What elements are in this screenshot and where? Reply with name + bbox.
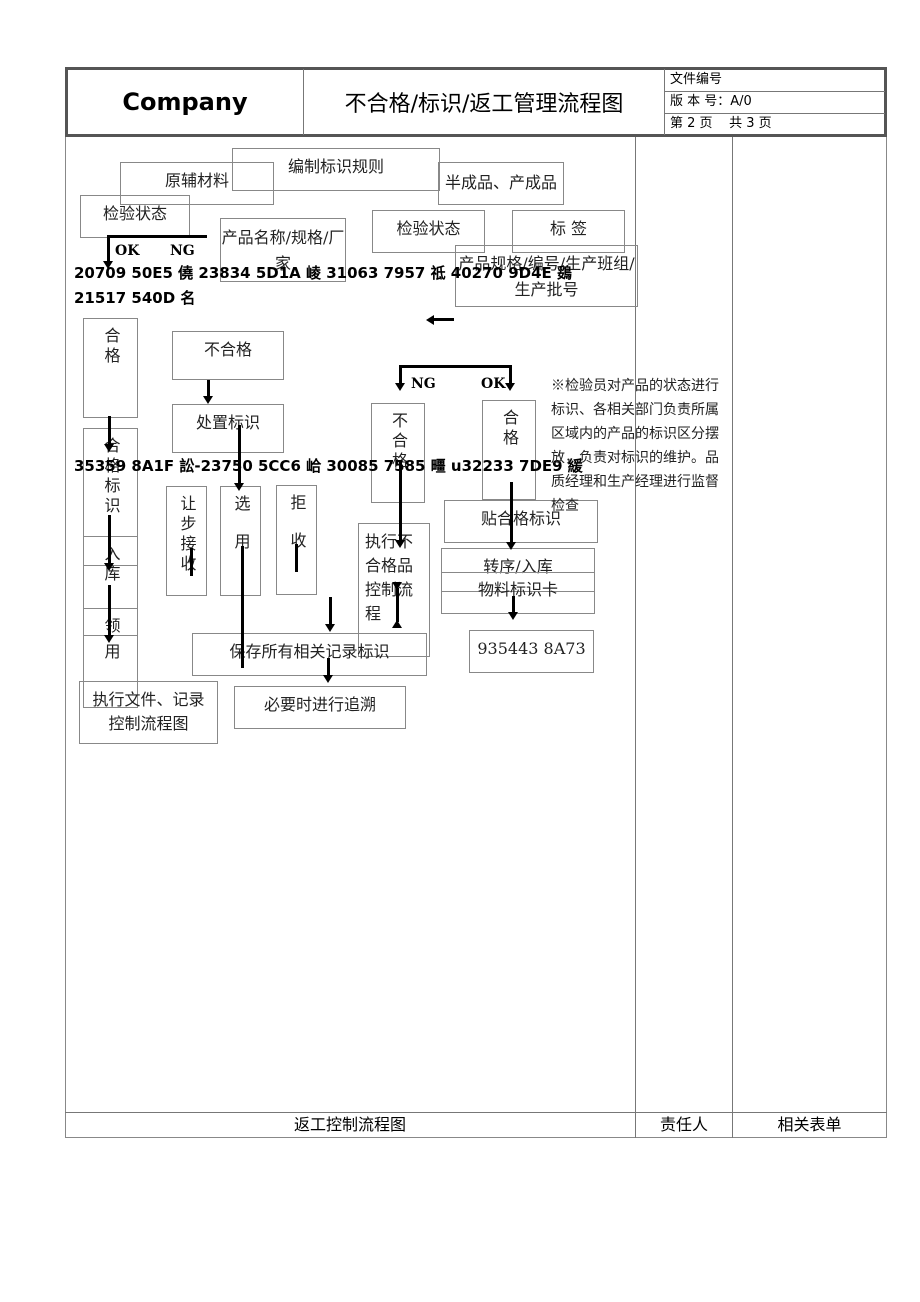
arrow-down-icon <box>104 515 114 571</box>
arrow-down-icon <box>203 380 213 404</box>
arrow-down-icon <box>325 597 335 632</box>
column-divider <box>732 137 733 1138</box>
box-fail-mid: 不合格 <box>371 403 425 503</box>
arrow-down-icon <box>506 482 516 550</box>
connector-line <box>107 235 207 238</box>
label-ok-top: OK <box>115 243 140 259</box>
label-ng-mid: NG <box>411 376 436 392</box>
company-name: Company <box>122 88 248 116</box>
box-reject: 拒收 <box>276 485 317 595</box>
connector-line <box>295 544 298 572</box>
connector-line <box>399 365 512 368</box>
inspector-note: ※检验员对产品的状态进行标识、各相关部门负责所属区域内的产品的标识区分摆放，负责… <box>551 378 719 514</box>
arrow-down-icon <box>103 235 113 269</box>
arrow-down-icon <box>395 365 405 391</box>
arrow-down-icon <box>104 416 114 452</box>
box-trace: 必要时进行追溯 <box>234 686 406 729</box>
box-pass-mid: 合格 <box>482 400 536 500</box>
doc-number-label: 文件编号 <box>670 72 723 87</box>
footer-flow-title: 返工控制流程图 <box>293 1115 406 1134</box>
arrow-down-icon <box>508 596 518 620</box>
garbled-text-line: 35359 8A1F 訟-23750 5CC6 峆 30085 7585 疅 u… <box>74 457 583 475</box>
box-keep-records: 保存所有相关记录标识 <box>192 633 427 676</box>
arrow-down-icon <box>323 658 333 683</box>
document-title: 不合格/标识/返工管理流程图 <box>344 92 624 117</box>
arrow-down-icon <box>505 365 515 391</box>
connector-line <box>241 546 244 668</box>
footer-responsible: 责任人 <box>659 1115 708 1134</box>
garbled-text-line: 21517 540D 名 <box>74 289 196 307</box>
box-concession: 让步接收 <box>166 486 207 596</box>
box-material-card: 物料标识卡 <box>441 572 595 599</box>
box-fail: 不合格 <box>172 331 284 380</box>
box-handle-mark: 处置标识 <box>172 404 284 453</box>
version-label: 版 本 号：A/0 <box>670 94 752 109</box>
box-exec-doc: 执行文件、记录控制流程图 <box>79 681 218 744</box>
garbled-text-line: 20709 50E5 僥 23834 5D1A 崚 31063 7957 祗 4… <box>74 264 572 282</box>
label-ng-top: NG <box>170 243 195 259</box>
connector-line <box>190 548 193 576</box>
box-inspect-status-left: 检验状态 <box>80 195 190 238</box>
footer-forms: 相关表单 <box>777 1115 842 1134</box>
page-label: 第 2 页 共 3 页 <box>670 116 772 131</box>
box-pass-left: 合格 <box>83 318 138 418</box>
box-semi-finished: 半成品、产成品 <box>438 162 564 205</box>
label-ok-mid: OK <box>481 376 506 392</box>
arrow-up-icon <box>392 582 402 628</box>
divider <box>664 69 665 135</box>
arrow-down-icon <box>104 585 114 643</box>
arrow-left-head-icon <box>426 315 434 325</box>
box-garbled: 935443 8A73 <box>469 630 594 673</box>
